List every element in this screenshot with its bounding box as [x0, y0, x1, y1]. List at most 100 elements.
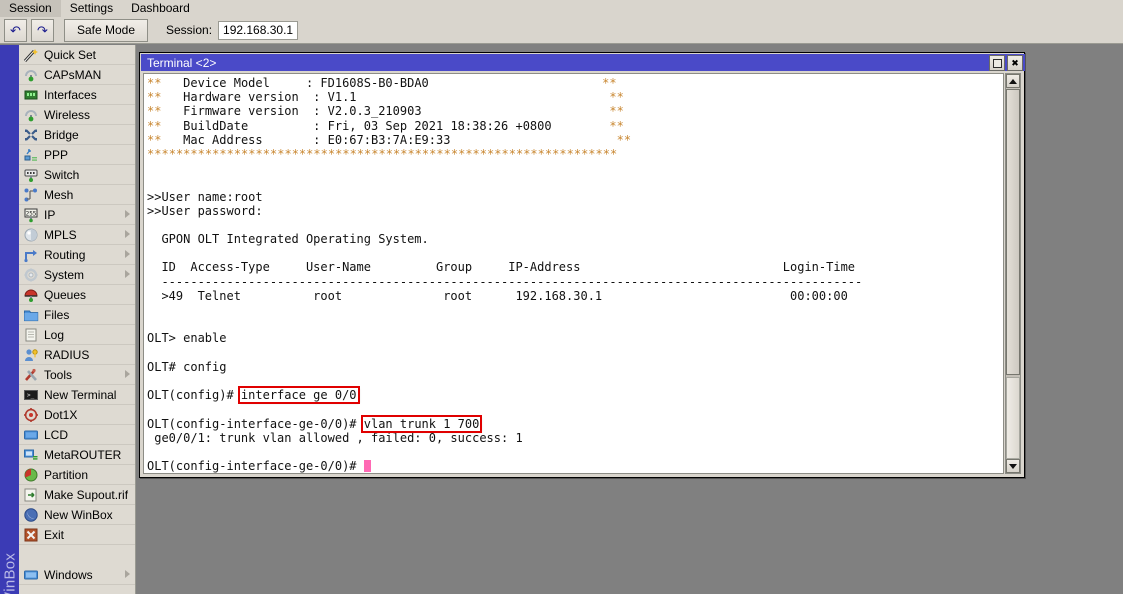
- sidebar-item-label: Windows: [44, 568, 93, 582]
- sidebar-item-bridge[interactable]: Bridge: [19, 125, 135, 145]
- scroll-down-button[interactable]: [1006, 459, 1020, 473]
- antenna-icon: [23, 107, 39, 123]
- sidebar-item-mesh[interactable]: Mesh: [19, 185, 135, 205]
- highlighted-command: interface ge 0/0: [240, 388, 358, 402]
- sidebar-item-label: MPLS: [44, 228, 77, 242]
- sidebar-item-tools[interactable]: Tools: [19, 365, 135, 385]
- chevron-right-icon: [125, 370, 130, 378]
- routing-icon: [23, 247, 39, 263]
- terminal-line: >49 Telnet root root 192.168.30.1 00:00:…: [147, 289, 1003, 303]
- sidebar-item-label: Log: [44, 328, 64, 342]
- sidebar-item-queues[interactable]: Queues: [19, 285, 135, 305]
- sidebar-item-metarouter[interactable]: MetaROUTER: [19, 445, 135, 465]
- sidebar-item-label: Interfaces: [44, 88, 97, 102]
- close-icon: ✖: [1011, 59, 1019, 68]
- sidebar-item-make-supout-rif[interactable]: Make Supout.rif: [19, 485, 135, 505]
- mpls-icon: [23, 227, 39, 243]
- terminal-line: OLT(config-interface-ge-0/0)# vlan trunk…: [147, 417, 1003, 431]
- terminal-prompt: OLT(config)#: [147, 388, 241, 402]
- sidebar-item-system[interactable]: System: [19, 265, 135, 285]
- sidebar-item-label: Dot1X: [44, 408, 77, 422]
- sidebar-item-ppp[interactable]: PPP: [19, 145, 135, 165]
- windows-icon: [23, 567, 39, 583]
- sidebar-item-wireless[interactable]: Wireless: [19, 105, 135, 125]
- menu-item-settings[interactable]: Settings: [61, 0, 122, 17]
- terminal-output[interactable]: ** Device Model : FD1608S-B0-BDA0 **** H…: [143, 73, 1004, 474]
- queues-icon: [23, 287, 39, 303]
- undo-button[interactable]: ↶: [4, 19, 27, 42]
- terminal-line: [147, 346, 1003, 360]
- menu-item-dashboard[interactable]: Dashboard: [122, 0, 199, 17]
- log-icon: [23, 327, 39, 343]
- menu-item-session[interactable]: Session: [0, 0, 61, 17]
- terminal-cursor: [364, 460, 371, 472]
- chevron-right-icon: [125, 570, 130, 578]
- sidebar-item-new-terminal[interactable]: >_New Terminal: [19, 385, 135, 405]
- chevron-right-icon: [125, 230, 130, 238]
- sidebar-item-files[interactable]: Files: [19, 305, 135, 325]
- session-label: Session:: [166, 23, 212, 37]
- metarouter-icon: [23, 447, 39, 463]
- sidebar-item-label: Routing: [44, 248, 85, 262]
- sidebar-item-new-winbox[interactable]: New WinBox: [19, 505, 135, 525]
- sidebar-item-routing[interactable]: Routing: [19, 245, 135, 265]
- interface-icon: [23, 87, 39, 103]
- sidebar-item-label: PPP: [44, 148, 68, 162]
- scroll-up-button[interactable]: [1006, 74, 1020, 88]
- sidebar-item-label: Partition: [44, 468, 88, 482]
- chevron-right-icon: [125, 270, 130, 278]
- redo-button[interactable]: ↷: [31, 19, 54, 42]
- terminal-line: [147, 246, 1003, 260]
- partition-icon: [23, 467, 39, 483]
- terminal-vertical-scrollbar[interactable]: [1005, 73, 1021, 474]
- session-address-field[interactable]: 192.168.30.1: [218, 21, 298, 40]
- sidebar-menu: Quick Set CAPsMAN Interfaces Wireless Bridge…: [19, 45, 136, 594]
- sidebar-item-label: Files: [44, 308, 69, 322]
- sidebar-item-exit[interactable]: Exit: [19, 525, 135, 545]
- sidebar-item-partition[interactable]: Partition: [19, 465, 135, 485]
- sidebar-item-lcd[interactable]: LCD: [19, 425, 135, 445]
- sidebar-item-quick-set[interactable]: Quick Set: [19, 45, 135, 65]
- sidebar-item-label: RADIUS: [44, 348, 89, 362]
- sidebar-item-label: Quick Set: [44, 48, 96, 62]
- terminal-line: ----------------------------------------…: [147, 275, 1003, 289]
- sidebar-item-label: Make Supout.rif: [44, 488, 128, 502]
- sidebar-item-log[interactable]: Log: [19, 325, 135, 345]
- scrollbar-thumb[interactable]: [1006, 89, 1020, 375]
- sidebar-item-switch[interactable]: Switch: [19, 165, 135, 185]
- highlighted-command: vlan trunk 1 700: [363, 417, 481, 431]
- sidebar-item-label: IP: [44, 208, 55, 222]
- sidebar-item-label: Bridge: [44, 128, 79, 142]
- sidebar-item-windows[interactable]: Windows: [19, 565, 135, 585]
- terminal-line: ID Access-Type User-Name Group IP-Addres…: [147, 260, 1003, 274]
- maximize-button[interactable]: [989, 55, 1005, 71]
- ip-255-icon: 255: [23, 207, 39, 223]
- terminal-prompt: OLT(config-interface-ge-0/0)#: [147, 459, 364, 473]
- close-button[interactable]: ✖: [1007, 55, 1023, 71]
- terminal-titlebar[interactable]: Terminal <2> ✖: [141, 54, 1025, 71]
- chevron-right-icon: [125, 250, 130, 258]
- toolbar: ↶ ↷ Safe Mode Session: 192.168.30.1: [0, 17, 1123, 44]
- safe-mode-button[interactable]: Safe Mode: [64, 19, 148, 42]
- winbox-vertical-label: WinBox: [1, 548, 20, 594]
- scroll-up-arrow-icon: [1009, 79, 1017, 84]
- scrollbar-track-lower[interactable]: [1006, 377, 1020, 459]
- sidebar-item-mpls[interactable]: MPLS: [19, 225, 135, 245]
- dot1x-icon: [23, 407, 39, 423]
- sidebar-item-label: Exit: [44, 528, 64, 542]
- folder-icon: [23, 307, 39, 323]
- terminal-line: >>User password:: [147, 204, 1003, 218]
- sidebar-item-radius[interactable]: RADIUS: [19, 345, 135, 365]
- sidebar-item-interfaces[interactable]: Interfaces: [19, 85, 135, 105]
- terminal-prompt: OLT(config-interface-ge-0/0)#: [147, 417, 364, 431]
- terminal-line: ** Device Model : FD1608S-B0-BDA0 **: [147, 76, 1003, 90]
- terminal-line: ** Firmware version : V2.0.3_210903 **: [147, 104, 1003, 118]
- terminal-window[interactable]: Terminal <2> ✖ ** Device Model : FD1608S…: [139, 52, 1025, 478]
- sidebar-item-capsman[interactable]: CAPsMAN: [19, 65, 135, 85]
- sidebar-item-ip[interactable]: 255 IP: [19, 205, 135, 225]
- sidebar-item-label: Queues: [44, 288, 86, 302]
- redo-arrow-icon: ↷: [37, 24, 48, 37]
- sidebar-item-label: Tools: [44, 368, 72, 382]
- terminal-line: [147, 445, 1003, 459]
- sidebar-item-dot1x[interactable]: Dot1X: [19, 405, 135, 425]
